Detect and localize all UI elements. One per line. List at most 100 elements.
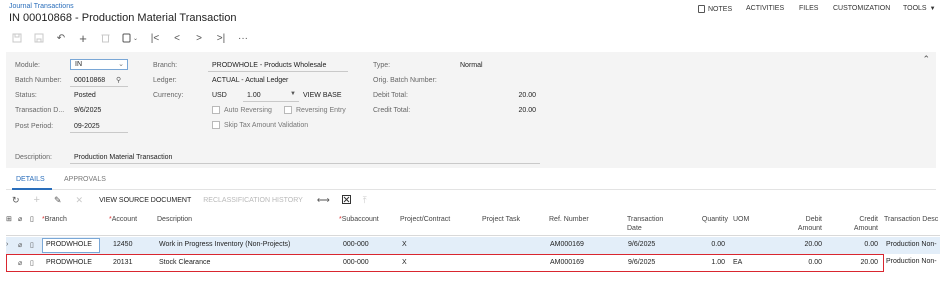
uom-cell[interactable]: EA xyxy=(733,259,742,266)
view-source-document-button[interactable]: VIEW SOURCE DOCUMENT xyxy=(99,197,191,204)
export-excel-icon[interactable] xyxy=(341,194,351,206)
activities-button[interactable]: ACTIVITIES xyxy=(746,5,784,12)
debit-amount-header[interactable]: Debit Amount xyxy=(782,215,822,233)
branch-cell[interactable]: PRODWHOLE xyxy=(46,241,92,248)
add-icon[interactable]: + xyxy=(76,31,90,46)
search-icon[interactable]: ⚲ xyxy=(116,76,121,84)
account-cell[interactable]: 12450 xyxy=(113,241,132,248)
branch-cell[interactable]: PRODWHOLE xyxy=(46,259,92,266)
project-cell[interactable]: X xyxy=(402,259,407,266)
row-expand-icon[interactable]: › xyxy=(6,241,8,248)
fit-columns-icon[interactable]: ⟷ xyxy=(317,195,330,206)
undo-icon[interactable]: ↶ xyxy=(54,31,68,45)
currency-value[interactable]: USD xyxy=(212,92,227,99)
debit-amount-cell[interactable]: 20.00 xyxy=(782,241,822,248)
table-row[interactable]: ⌀ ▯ PRODWHOLE 20131 Stock Clearance 000-… xyxy=(6,254,884,272)
save-icon[interactable] xyxy=(10,31,24,45)
batch-number-label: Batch Number: xyxy=(15,77,62,84)
customization-button[interactable]: CUSTOMIZATION xyxy=(833,5,890,12)
collapse-icon[interactable]: ⌃ xyxy=(922,54,930,65)
refresh-icon[interactable]: ↻ xyxy=(12,195,20,206)
subaccount-cell[interactable]: 000-000 xyxy=(343,241,369,248)
branch-value[interactable]: PRODWHOLE - Products Wholesale xyxy=(212,62,326,69)
description-header[interactable]: Description xyxy=(157,215,192,224)
transaction-desc-cell[interactable]: Production Non- xyxy=(886,258,937,265)
uom-header[interactable]: UOM xyxy=(733,215,749,224)
tools-label: TOOLS xyxy=(903,5,927,12)
table-row[interactable]: › ⌀ ▯ PRODWHOLE 12450 Work in Progress I… xyxy=(6,237,940,254)
branch-header[interactable]: *Branch xyxy=(42,215,67,224)
transaction-desc-header[interactable]: Transaction Desc xyxy=(884,215,938,224)
auto-reversing-label: Auto Reversing xyxy=(224,107,272,114)
account-header[interactable]: *Account xyxy=(109,215,137,224)
document-icon[interactable]: ▯ xyxy=(30,241,34,249)
reversing-entry-checkbox[interactable] xyxy=(284,106,292,114)
files-button[interactable]: FILES xyxy=(799,5,818,12)
auto-reversing-checkbox[interactable] xyxy=(212,106,220,114)
tab-details[interactable]: DETAILS xyxy=(16,176,45,183)
batch-number-value[interactable]: 00010868 xyxy=(74,77,105,84)
more-icon[interactable]: ··· xyxy=(236,31,250,45)
reclassification-history-button[interactable]: RECLASSIFICATION HISTORY xyxy=(203,197,303,204)
project-cell[interactable]: X xyxy=(402,241,407,248)
credit-amount-header[interactable]: Credit Amount xyxy=(838,215,878,233)
ledger-value[interactable]: ACTUAL - Actual Ledger xyxy=(212,77,288,84)
rate-value[interactable]: 1.00 xyxy=(247,92,261,99)
attachment-icon: ⌀ xyxy=(18,216,23,223)
post-period-value[interactable]: 09-2025 xyxy=(74,123,100,130)
copy-icon[interactable]: ⌄ xyxy=(120,31,140,45)
transaction-desc-cell[interactable]: Production Non- xyxy=(886,241,937,248)
ref-number-cell[interactable]: AM000169 xyxy=(550,241,584,248)
quantity-cell[interactable]: 0.00 xyxy=(690,241,725,248)
description-cell[interactable]: Stock Clearance xyxy=(159,259,210,266)
upload-icon[interactable]: ⤒ xyxy=(363,195,367,206)
type-label: Type: xyxy=(373,62,391,69)
ref-number-header[interactable]: Ref. Number xyxy=(549,215,589,224)
attachment-icon[interactable]: ⌀ xyxy=(18,241,22,249)
reversing-entry-label: Reversing Entry xyxy=(296,107,346,114)
transaction-date-cell[interactable]: 9/6/2025 xyxy=(628,259,655,266)
view-base-button[interactable]: VIEW BASE xyxy=(303,92,342,99)
customization-label: CUSTOMIZATION xyxy=(833,5,891,12)
attachment-icon[interactable]: ⌀ xyxy=(18,259,22,267)
caret-down-icon[interactable]: ▼ xyxy=(290,91,296,97)
delete-icon[interactable] xyxy=(98,31,112,45)
subaccount-cell[interactable]: 000-000 xyxy=(343,259,369,266)
project-header[interactable]: Project/Contract xyxy=(400,215,450,224)
transaction-date-cell[interactable]: 9/6/2025 xyxy=(628,241,655,248)
subaccount-header[interactable]: *Subaccount xyxy=(339,215,379,224)
tab-approvals[interactable]: APPROVALS xyxy=(64,176,106,183)
ref-number-cell[interactable]: AM000169 xyxy=(550,259,584,266)
description-cell[interactable]: Work in Progress Inventory (Non-Projects… xyxy=(159,241,290,248)
first-icon[interactable]: |< xyxy=(148,31,162,45)
delete-row-icon[interactable]: ✕ xyxy=(76,195,84,206)
project-task-header[interactable]: Project Task xyxy=(482,215,520,224)
transaction-date-header[interactable]: Transaction Date xyxy=(627,215,663,233)
last-icon[interactable]: >| xyxy=(214,31,228,45)
edit-icon[interactable]: ✎ xyxy=(54,195,62,206)
prev-icon[interactable]: < xyxy=(170,31,184,45)
next-icon[interactable]: > xyxy=(192,31,206,45)
skip-tax-checkbox[interactable] xyxy=(212,121,220,129)
module-select[interactable]: IN ⌄ xyxy=(70,59,128,70)
tools-button[interactable]: TOOLS ▼ xyxy=(903,5,936,12)
skip-tax-label: Skip Tax Amount Validation xyxy=(224,122,309,129)
credit-total-value: 20.00 xyxy=(518,107,536,114)
status-label: Status: xyxy=(15,92,37,99)
breadcrumb[interactable]: Journal Transactions xyxy=(9,3,74,10)
credit-amount-cell[interactable]: 0.00 xyxy=(838,241,878,248)
quantity-cell[interactable]: 1.00 xyxy=(690,259,725,266)
add-row-icon[interactable]: + xyxy=(34,194,40,206)
account-cell[interactable]: 20131 xyxy=(113,259,132,266)
document-icon[interactable]: ▯ xyxy=(30,259,34,267)
caret-down-icon: ▼ xyxy=(929,5,936,12)
transaction-date-value[interactable]: 9/6/2025 xyxy=(74,107,101,114)
quantity-header[interactable]: Quantity xyxy=(690,215,728,224)
files-label: FILES xyxy=(799,5,819,12)
notes-button[interactable]: NOTES xyxy=(698,5,732,13)
description-value[interactable]: Production Material Transaction xyxy=(74,154,172,161)
credit-amount-cell[interactable]: 20.00 xyxy=(838,259,878,266)
save-close-icon[interactable] xyxy=(32,31,46,45)
row-selector-icon: ⊞ xyxy=(6,216,12,223)
debit-amount-cell[interactable]: 0.00 xyxy=(782,259,822,266)
